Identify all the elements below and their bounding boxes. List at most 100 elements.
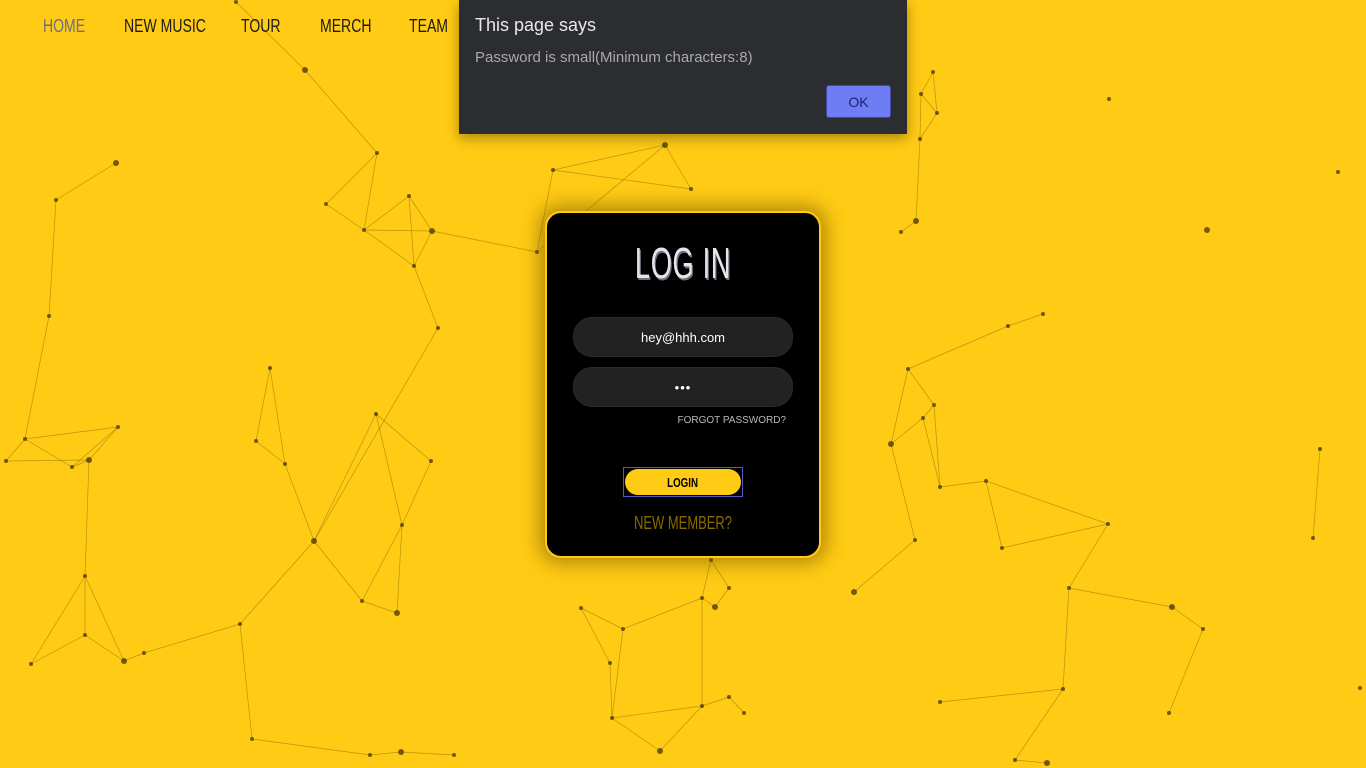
network-line — [30, 575, 86, 665]
network-line — [313, 413, 377, 542]
network-node — [727, 695, 731, 699]
nav-item-tour[interactable]: TOUR — [241, 16, 281, 37]
network-line — [361, 524, 403, 602]
network-node — [938, 485, 942, 489]
network-line — [123, 652, 145, 662]
network-node — [906, 367, 910, 371]
network-node — [913, 538, 917, 542]
network-line — [1171, 606, 1204, 630]
network-line — [915, 138, 921, 222]
network-node — [452, 753, 456, 757]
network-node — [70, 465, 74, 469]
dialog-ok-button[interactable]: OK — [826, 85, 891, 118]
network-node — [238, 622, 242, 626]
network-node — [4, 459, 8, 463]
network-node — [918, 137, 922, 141]
network-line — [919, 112, 938, 140]
network-node — [1167, 711, 1171, 715]
network-line — [609, 662, 613, 719]
network-line — [939, 480, 987, 488]
dialog-title: This page says — [475, 15, 597, 35]
network-line — [88, 426, 119, 461]
network-node — [324, 202, 328, 206]
network-line — [269, 367, 286, 465]
network-line — [24, 315, 50, 440]
network-line — [24, 438, 73, 468]
network-node — [83, 633, 87, 637]
network-line — [1168, 628, 1204, 714]
dialog-message: Password is small(Minimum characters:8) — [475, 49, 753, 66]
network-line — [400, 751, 455, 756]
network-node — [1201, 627, 1205, 631]
network-node — [47, 314, 51, 318]
password-field[interactable] — [573, 367, 793, 407]
nav-item-home[interactable]: HOME — [43, 16, 85, 37]
network-node — [742, 711, 746, 715]
network-line — [313, 540, 363, 602]
network-node — [436, 326, 440, 330]
network-node — [662, 142, 668, 148]
network-line — [890, 443, 916, 541]
network-line — [401, 460, 432, 526]
network-line — [1014, 688, 1064, 761]
network-node — [29, 662, 33, 666]
network-line — [48, 199, 57, 317]
network-node — [932, 403, 936, 407]
network-line — [143, 623, 241, 654]
login-button[interactable]: LOGIN — [625, 469, 741, 495]
nav-item-team[interactable]: TEAM — [409, 16, 448, 37]
new-member-label: NEW MEMBER? — [634, 513, 732, 533]
network-node — [1358, 686, 1362, 690]
network-node — [23, 437, 27, 441]
network-node — [429, 228, 435, 234]
network-node — [610, 716, 614, 720]
network-line — [325, 203, 365, 231]
network-node — [984, 479, 988, 483]
network-node — [1318, 447, 1322, 451]
nav-item-new-music[interactable]: NEW MUSIC — [124, 16, 206, 37]
network-node — [921, 416, 925, 420]
network-node — [1041, 312, 1045, 316]
network-node — [268, 366, 272, 370]
email-field[interactable] — [573, 317, 793, 357]
network-node — [1061, 687, 1065, 691]
network-line — [363, 195, 410, 231]
network-line — [24, 426, 119, 440]
network-node — [86, 457, 92, 463]
network-node — [1013, 758, 1017, 762]
network-node — [579, 606, 583, 610]
network-node — [142, 651, 146, 655]
network-line — [985, 480, 1109, 525]
network-node — [712, 604, 718, 610]
network-line — [239, 540, 315, 625]
network-node — [700, 596, 704, 600]
network-node — [311, 538, 317, 544]
network-line — [71, 426, 119, 468]
network-node — [412, 264, 416, 268]
network-node — [935, 111, 939, 115]
network-line — [611, 628, 624, 719]
forgot-password-link[interactable]: FORGOT PASSWORD? — [677, 415, 786, 426]
network-node — [360, 599, 364, 603]
network-line — [932, 71, 938, 114]
new-member-link[interactable]: NEW MEMBER? — [547, 513, 819, 534]
network-line — [284, 463, 315, 542]
nav-item-merch[interactable]: MERCH — [320, 16, 371, 37]
network-node — [302, 67, 308, 73]
network-line — [919, 93, 922, 140]
network-node — [83, 574, 87, 578]
network-node — [407, 194, 411, 198]
network-line — [431, 230, 538, 253]
network-node — [621, 627, 625, 631]
network-line — [552, 169, 692, 190]
network-line — [255, 367, 271, 442]
network-node — [727, 586, 731, 590]
network-line — [363, 229, 433, 232]
network-node — [1067, 586, 1071, 590]
network-node — [116, 425, 120, 429]
network-node — [54, 198, 58, 202]
network-line — [413, 265, 439, 329]
network-line — [985, 480, 1003, 549]
network-line — [714, 587, 730, 608]
network-node — [374, 412, 378, 416]
